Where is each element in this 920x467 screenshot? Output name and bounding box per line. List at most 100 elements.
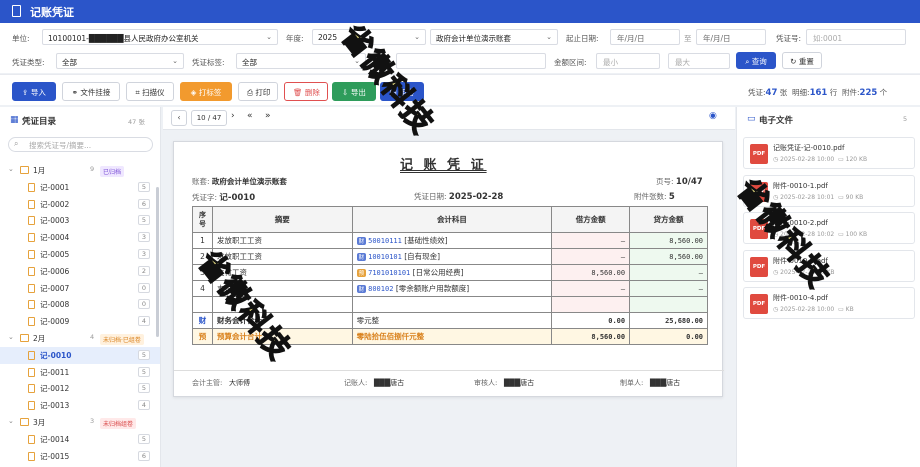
th-subject: 会计科目	[351, 206, 553, 233]
summary-input[interactable]	[396, 53, 546, 69]
chevron-right-icon[interactable]: ›	[231, 111, 235, 121]
attachment-count: 3	[138, 249, 150, 259]
table-row: 1 发放职工工资 财 50010111 [基础性绩效] – 8,560.00	[192, 232, 708, 249]
file-icon: ▭	[747, 114, 756, 124]
th-credit: 贷方金额	[629, 206, 708, 233]
sign-maker: 制单人: ███唐古	[620, 379, 681, 387]
folder-icon	[20, 334, 29, 342]
table-row: 4 支付工资 财 800102 [零余额账户用款额度] – –	[192, 280, 708, 297]
voucher-item[interactable]: 记-0003 5	[0, 212, 160, 229]
sign-bookkeeper: 记账人: ███唐古	[344, 379, 405, 387]
book-select[interactable]: 政府会计单位演示账套 ⌄	[430, 29, 558, 45]
voucher-item[interactable]: 记-0006 2	[0, 263, 160, 280]
voucher-item[interactable]: 记-0008 0	[0, 296, 160, 313]
catalog-icon: ▦	[10, 115, 19, 125]
attach-button[interactable]: ⚭ 文件挂接	[62, 82, 120, 101]
voucher-paper: 记 账 凭 证 账套: 政府会计单位演示账套 页号: 10/47 凭证字: 记-…	[173, 141, 724, 397]
voucher-item-label: 记-0005	[40, 250, 70, 259]
document-icon	[28, 300, 35, 310]
voucher-item-label: 记-0014	[40, 434, 70, 444]
disk-icon: ▭	[838, 193, 844, 201]
last-page-icon[interactable]: »	[265, 111, 271, 121]
amount-min-input[interactable]: 最小	[596, 53, 660, 69]
voucher-item[interactable]: 记-0014 5	[0, 431, 160, 448]
chevron-down-icon[interactable]: ⌄	[8, 333, 14, 341]
month-node[interactable]: ⌄ 2月 4 未归档·已组卷	[0, 330, 160, 347]
sidebar-search-input[interactable]: 搜索凭证号/摘要...	[8, 137, 153, 152]
chevron-down-icon[interactable]: ⌄	[8, 165, 14, 173]
attach-count: 附件张数: 5	[634, 192, 675, 202]
cell-debit: –	[551, 232, 631, 249]
voucher-item-label: 记-0002	[40, 199, 70, 209]
month-node[interactable]: ⌄ 3月 3 未归档组卷	[0, 414, 160, 431]
attachment-count: 3	[138, 232, 150, 243]
disk-icon: ▭	[838, 156, 844, 163]
voucher-item[interactable]: 记-0015 6	[0, 448, 160, 465]
pdf-icon: PDF	[750, 144, 768, 164]
attachment-count: 5	[138, 433, 150, 444]
unit-select[interactable]: 10100101-██████县人民政府办公室机关 ⌄	[42, 29, 278, 45]
voucher-item[interactable]: 记-0012 5	[0, 380, 160, 397]
tag-icon: ◈	[190, 88, 197, 97]
total-tag: 预	[192, 328, 213, 345]
chevron-down-icon[interactable]: ⌄	[8, 417, 14, 425]
status-badge: 已归档	[100, 166, 125, 177]
sidebar-scrollbar[interactable]	[156, 187, 159, 337]
voucher-item[interactable]: 记-0002 6	[0, 196, 160, 213]
file-item[interactable]: PDF 记账凭证-记-0010.pdf ◷ 2025-02-28 10:00 ▭…	[743, 137, 915, 169]
voucher-item-label: 记-0006	[40, 266, 70, 276]
print-button[interactable]: ⎙ 打印	[238, 82, 278, 101]
sign-reviewer: 审核人: ███唐古	[474, 379, 535, 387]
scan-button[interactable]: ⌗ 扫描仪	[126, 82, 174, 101]
page-info: 页号: 10/47	[656, 177, 703, 187]
app-title: 记账凭证	[30, 6, 74, 19]
tag-button[interactable]: ◈ 打标签	[180, 82, 232, 101]
voucher-type-select[interactable]: 全部 ⌄	[56, 53, 184, 69]
voucher-item-label: 记-0011	[40, 367, 70, 377]
subject-tag: 预	[356, 269, 367, 277]
cell-subject: 财 50010111 [基础性绩效]	[351, 232, 553, 249]
query-button[interactable]: ⌕ 查询	[736, 52, 776, 69]
eye-icon[interactable]: ◉	[709, 111, 717, 121]
voucher-item[interactable]: 记-0010 5	[0, 346, 160, 364]
prev-page-button[interactable]: ‹	[171, 110, 187, 126]
reset-button[interactable]: ↻ 重置	[782, 52, 822, 69]
pager-bar: ‹ 10 / 47 › « » ◉	[163, 107, 735, 130]
cell-debit: 8,560.00	[551, 264, 631, 281]
voucher-item[interactable]: 记-0007 0	[0, 280, 160, 297]
voucher-item[interactable]: 记-0011 5	[0, 364, 160, 381]
chevron-left-icon: ‹	[177, 113, 181, 122]
file-item[interactable]: PDF 附件-0010-4.pdf ◷ 2025-02-28 10:00 ▭ K…	[743, 287, 915, 319]
delete-button[interactable]: 🗑 删除	[284, 82, 328, 101]
date-from-input[interactable]: 年/月/日	[610, 29, 680, 45]
voucher-item[interactable]: 记-0005 3	[0, 246, 160, 263]
subject-code: 800102	[368, 285, 394, 293]
voucher-item[interactable]: 记-0004 3	[0, 229, 160, 246]
pdf-icon: PDF	[750, 294, 768, 314]
attachment-count: 5	[138, 215, 150, 226]
subject-name: [日常公用经费]	[412, 268, 464, 277]
disk-icon: ▭	[838, 231, 844, 238]
table-row: 2 发放职工工资 财 10010101 [自有现金] – 8,560.00	[192, 248, 708, 265]
first-page-icon[interactable]: «	[247, 111, 253, 121]
trash-icon: 🗑	[293, 88, 303, 97]
month-node[interactable]: ⌄ 1月 9 已归档	[0, 162, 160, 179]
file-name: 记账凭证-记-0010.pdf	[773, 144, 845, 152]
import-button[interactable]: ⇪ 导入	[12, 82, 56, 101]
chevron-down-icon: ⌄	[266, 33, 272, 41]
status-badge: 未归档·已组卷	[100, 334, 144, 345]
voucher-item[interactable]: 记-0013 4	[0, 397, 160, 414]
document-icon	[28, 367, 35, 377]
document-icon	[28, 401, 35, 411]
voucher-item[interactable]: 记-0001 5	[0, 179, 160, 196]
chevron-down-icon: ⌄	[414, 33, 420, 41]
cell-debit: –	[551, 280, 631, 297]
voucher-item-label: 记-0009	[40, 317, 70, 327]
date-to-input[interactable]: 年/月/日	[696, 29, 766, 45]
attachment-count: 5	[138, 349, 150, 360]
amount-max-input[interactable]: 最大	[668, 53, 730, 69]
voucher-no-label: 凭证号:	[776, 34, 802, 43]
voucher-item[interactable]: 记-0009 4	[0, 313, 160, 330]
voucher-no-input[interactable]: 如:0001	[806, 29, 906, 45]
file-name: 附件-0010-1.pdf	[773, 181, 828, 190]
